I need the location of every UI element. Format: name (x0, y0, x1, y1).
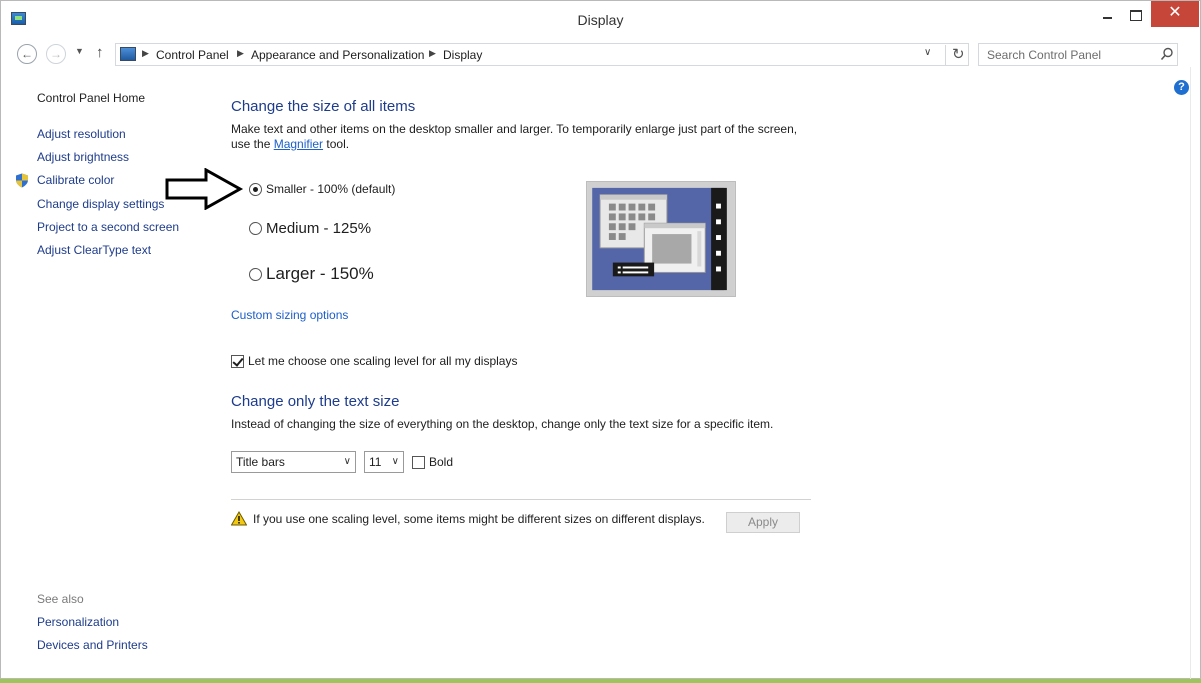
control-panel-icon (120, 47, 136, 61)
breadcrumb-display[interactable]: Display (443, 48, 482, 62)
text-size-description: Instead of changing the size of everythi… (231, 417, 774, 431)
devices-printers-link[interactable]: Devices and Printers (37, 638, 148, 652)
magnifier-link[interactable]: Magnifier (274, 137, 323, 151)
address-dropdown-icon[interactable]: ∨ (924, 47, 931, 58)
single-scaling-label: Let me choose one scaling level for all … (248, 354, 518, 368)
chevron-down-icon: ∨ (343, 456, 351, 467)
scaling-warning-text: If you use one scaling level, some items… (253, 512, 705, 526)
bold-label: Bold (429, 455, 454, 469)
back-button[interactable]: ← (17, 44, 37, 64)
display-window: Display ✕ ← → ▼ ↑ ▶ Control Panel ▶ Appe… (0, 0, 1201, 679)
single-scaling-checkbox-row[interactable]: Let me choose one scaling level for all … (231, 354, 517, 368)
item-select[interactable]: Title bars ∨ (231, 451, 356, 473)
bold-checkbox[interactable] (412, 455, 425, 469)
radio-smaller[interactable] (249, 182, 262, 196)
window-title: Display (577, 12, 624, 28)
warning-icon (231, 511, 247, 526)
pane-divider (1190, 67, 1191, 679)
close-button[interactable]: ✕ (1151, 1, 1199, 27)
calibrate-color-link[interactable]: Calibrate color (37, 173, 114, 187)
custom-sizing-link[interactable]: Custom sizing options (231, 308, 348, 322)
personalization-link[interactable]: Personalization (37, 615, 119, 629)
up-arrow-icon[interactable]: ↑ (96, 44, 104, 61)
adjust-resolution-link[interactable]: Adjust resolution (37, 127, 126, 141)
minimize-button[interactable] (1094, 1, 1120, 27)
breadcrumb-appearance[interactable]: Appearance and Personalization (251, 48, 424, 62)
project-second-screen-link[interactable]: Project to a second screen (37, 220, 179, 234)
breadcrumb-control-panel[interactable]: Control Panel (156, 48, 229, 62)
adjust-cleartype-link[interactable]: Adjust ClearType text (37, 243, 151, 257)
help-icon[interactable]: ? (1174, 80, 1189, 95)
option-smaller[interactable]: Smaller - 100% (default) (249, 182, 395, 196)
size-description-line2: use the Magnifier tool. (231, 137, 349, 151)
maximize-button[interactable] (1122, 1, 1148, 27)
title-bar: Display ✕ (1, 1, 1200, 39)
option-medium-label: Medium - 125% (266, 220, 372, 237)
apply-button[interactable]: Apply (726, 512, 800, 533)
option-medium[interactable]: Medium - 125% (249, 220, 371, 237)
size-heading: Change the size of all items (231, 98, 416, 115)
chevron-down-icon: ∨ (391, 456, 399, 467)
see-also-label: See also (37, 592, 84, 606)
item-select-value: Title bars (236, 455, 285, 469)
single-scaling-checkbox[interactable] (231, 354, 244, 368)
bold-checkbox-row[interactable]: Bold (412, 455, 453, 469)
address-row: ← → ▼ ↑ ▶ Control Panel ▶ Appearance and… (1, 41, 1200, 67)
text-size-heading: Change only the text size (231, 393, 400, 410)
arrow-right-icon (165, 168, 244, 210)
font-size-value: 11 (369, 455, 382, 469)
option-larger[interactable]: Larger - 150% (249, 264, 374, 284)
address-bar[interactable]: ▶ Control Panel ▶ Appearance and Persona… (115, 43, 969, 66)
search-box[interactable] (978, 43, 1178, 66)
breadcrumb-separator-icon[interactable]: ▶ (237, 48, 244, 59)
radio-larger[interactable] (249, 267, 262, 281)
adjust-brightness-link[interactable]: Adjust brightness (37, 150, 129, 164)
forward-button[interactable]: → (46, 44, 66, 64)
refresh-icon[interactable]: ↻ (945, 45, 965, 65)
search-input[interactable] (979, 44, 1154, 65)
display-preview-image (586, 181, 736, 297)
breadcrumb-separator-icon[interactable]: ▶ (429, 48, 436, 59)
divider (231, 499, 811, 500)
uac-shield-icon (16, 173, 28, 188)
control-panel-home-link[interactable]: Control Panel Home (37, 91, 145, 105)
search-icon[interactable] (1160, 47, 1174, 61)
desc-suffix: tool. (323, 137, 350, 151)
option-larger-label: Larger - 150% (266, 264, 374, 283)
option-smaller-label: Smaller - 100% (default) (266, 182, 396, 196)
change-display-settings-link[interactable]: Change display settings (37, 197, 164, 211)
radio-medium[interactable] (249, 222, 262, 235)
breadcrumb-separator-icon[interactable]: ▶ (142, 48, 149, 59)
recent-locations-chevron-icon[interactable]: ▼ (75, 46, 84, 56)
font-size-select[interactable]: 11 ∨ (364, 451, 404, 473)
desc-prefix: use the (231, 137, 274, 151)
size-description-line1: Make text and other items on the desktop… (231, 122, 798, 136)
